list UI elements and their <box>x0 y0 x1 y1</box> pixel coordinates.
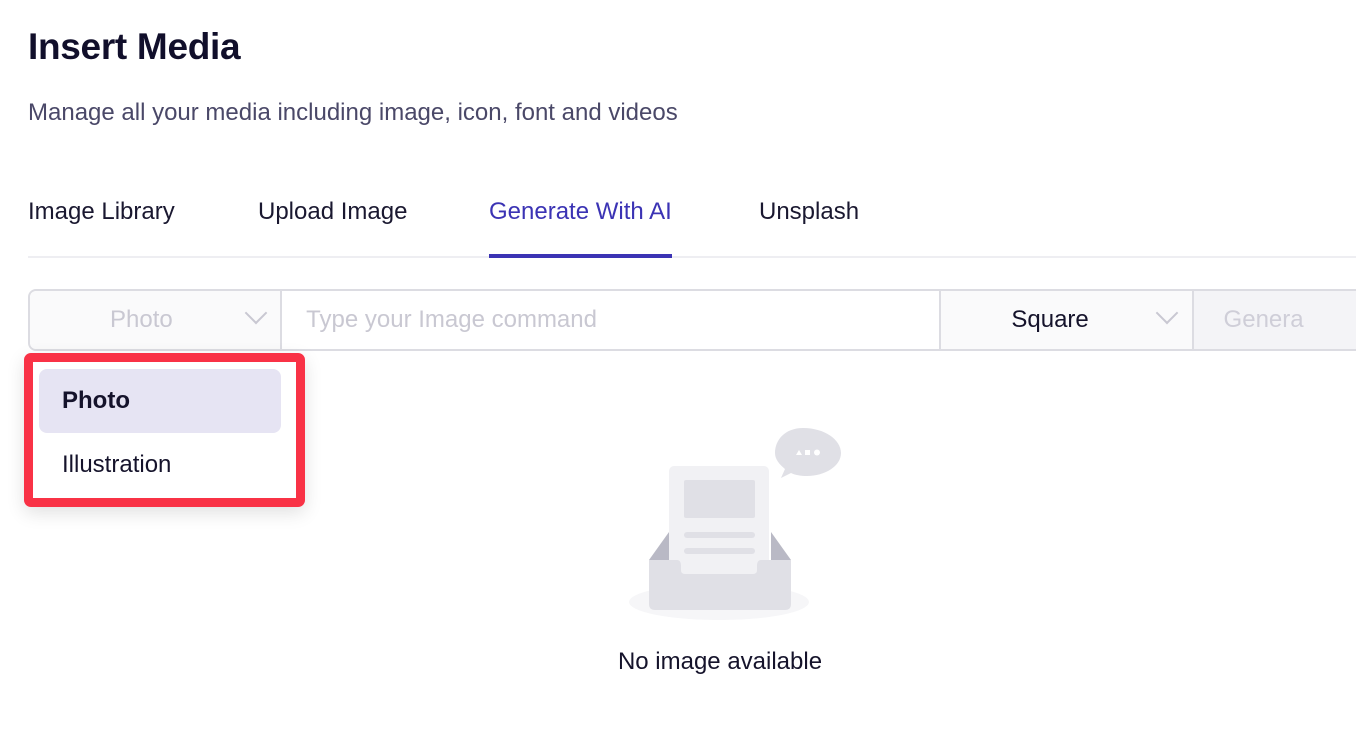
prompt-input[interactable] <box>282 291 940 349</box>
tab-generate-with-ai[interactable]: Generate With AI <box>489 198 672 258</box>
dropdown-option-photo[interactable]: Photo <box>39 369 281 433</box>
ratio-select-value: Square <box>1011 306 1089 333</box>
empty-state-message: No image available <box>0 648 1356 676</box>
tab-image-library[interactable]: Image Library <box>28 198 175 256</box>
chevron-down-icon <box>1156 301 1179 325</box>
generate-button-label: Genera <box>1223 306 1304 333</box>
empty-inbox-icon <box>625 420 845 630</box>
generate-toolbar: Photo Square Genera <box>28 289 1356 351</box>
chevron-down-icon <box>244 301 268 325</box>
tab-unsplash[interactable]: Unsplash <box>759 198 859 256</box>
empty-state-text: No image available <box>617 648 823 675</box>
page-title: Insert Media <box>28 26 241 67</box>
style-select[interactable]: Photo <box>30 291 283 349</box>
dropdown-option-illustration[interactable]: Illustration <box>39 433 281 497</box>
style-select-value: Photo <box>110 306 173 333</box>
style-dropdown-menu: Photo Illustration <box>24 353 305 507</box>
media-tabs: Image Library Upload Image Generate With… <box>28 190 1356 258</box>
ratio-select[interactable]: Square <box>941 291 1194 349</box>
generate-button[interactable]: Genera <box>1193 291 1356 349</box>
tab-upload-image[interactable]: Upload Image <box>258 198 407 256</box>
prompt-field[interactable] <box>282 291 942 349</box>
page-subtitle: Manage all your media including image, i… <box>28 99 678 126</box>
